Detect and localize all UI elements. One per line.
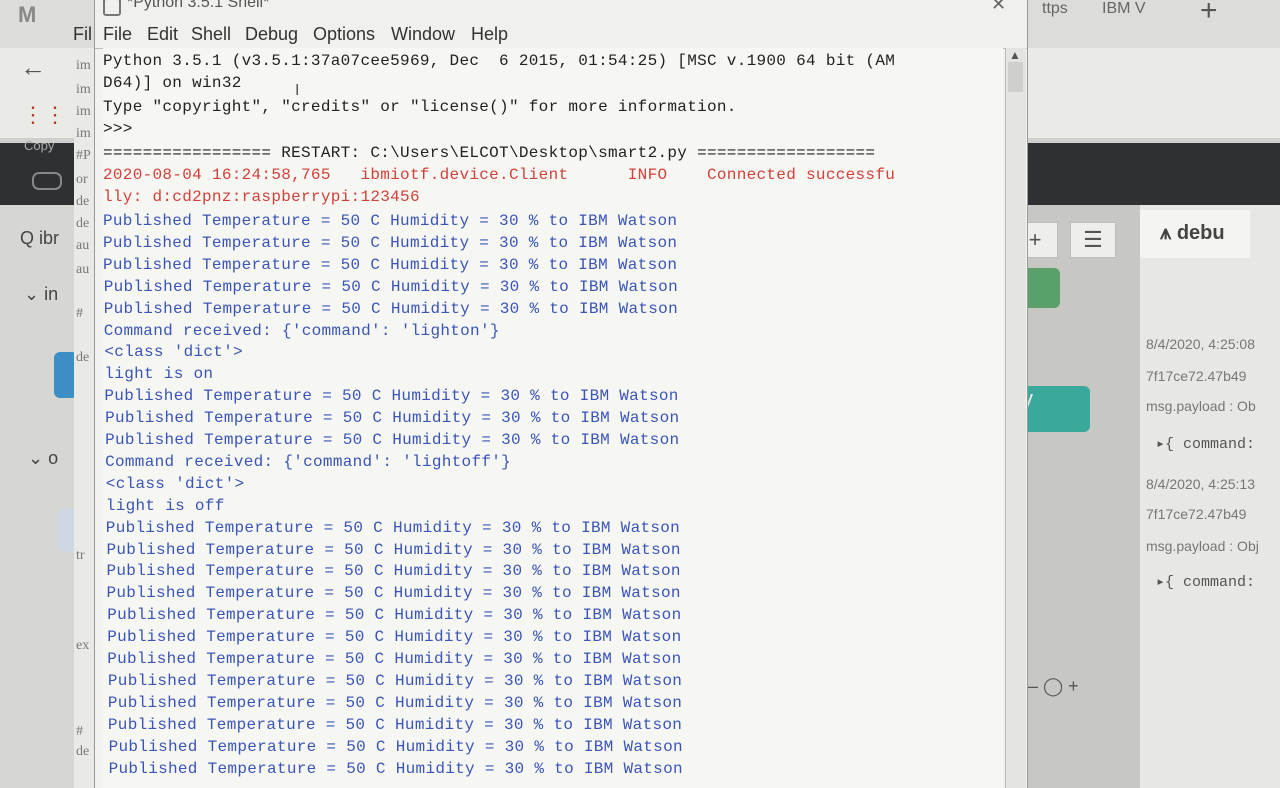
menu-bar: File Edit Shell Debug Options Window Hel…: [95, 22, 1027, 49]
published-line: Published Temperature = 50 C Humidity = …: [107, 606, 682, 625]
debug-msg-time: 8/4/2020, 4:25:08: [1146, 336, 1255, 352]
debug-msg-time: 8/4/2020, 4:25:13: [1146, 476, 1255, 492]
close-icon[interactable]: ✕: [991, 0, 1006, 15]
editor-strip-fragment: im: [76, 126, 91, 141]
palette-category-output[interactable]: ⌄ o: [28, 448, 58, 469]
editor-strip-fragment: #P: [76, 148, 91, 163]
debug-msg-payload[interactable]: ▸{ command:: [1156, 572, 1255, 591]
published-line: Published Temperature = 50 C Humidity = …: [107, 628, 682, 647]
flow-node-teal[interactable]: y: [1018, 386, 1090, 432]
debug-tab-title: ⩚ debu: [1160, 222, 1225, 244]
background-editor-strip: im im im im #P or de de au au # de tr ex # de: [74, 48, 96, 788]
menu-edit[interactable]: Edit: [147, 24, 178, 45]
debug-msg-payload[interactable]: ▸{ command:: [1156, 434, 1255, 453]
scrollbar-thumb[interactable]: [1008, 62, 1023, 92]
browser-tab[interactable]: ttps: [1030, 0, 1080, 22]
shell-restart-line: ================= RESTART: C:\Users\ELCO…: [103, 144, 876, 162]
shell-log-line: lly: d:cd2pnz:raspberrypi:123456: [103, 188, 420, 206]
editor-strip-fragment: or: [76, 172, 88, 187]
published-line: Published Temperature = 50 C Humidity = …: [103, 255, 678, 274]
browser-tab-ibm[interactable]: IBM V: [1090, 0, 1158, 22]
editor-strip-fragment: #: [76, 306, 83, 321]
published-line: Published Temperature = 50 C Humidity = …: [104, 387, 679, 406]
debug-msg-node[interactable]: 7f17ce72.47b49: [1146, 368, 1246, 384]
editor-strip-fragment: de: [76, 194, 90, 209]
list-flows-icon[interactable]: ☰: [1070, 222, 1116, 258]
published-line: Published Temperature = 50 C Humidity = …: [108, 759, 683, 778]
editor-strip-fragment: ex: [76, 638, 90, 653]
shell-prompt: >>>: [103, 120, 143, 138]
editor-strip-fragment: de: [76, 350, 90, 365]
python-app-icon: [103, 0, 121, 16]
palette-search-input[interactable]: Q ibr: [20, 228, 59, 249]
published-line: Published Temperature = 50 C Humidity = …: [106, 540, 681, 559]
menu-shell[interactable]: Shell: [191, 24, 231, 45]
command-received-line: Command received: {'command': 'lightoff'…: [105, 452, 512, 471]
published-line: Published Temperature = 50 C Humidity = …: [107, 693, 683, 712]
debug-msg-node[interactable]: 7f17ce72.47b49: [1146, 506, 1246, 522]
editor-strip-fragment: de: [76, 216, 90, 231]
new-tab-icon[interactable]: +: [1200, 0, 1218, 28]
published-line: Published Temperature = 50 C Humidity = …: [107, 715, 683, 734]
light-status-line: light is on: [104, 365, 214, 384]
published-line: Published Temperature = 50 C Humidity = …: [103, 299, 678, 318]
editor-strip-fragment: #: [76, 724, 83, 739]
toggle-icon[interactable]: [32, 172, 62, 190]
menu-debug[interactable]: Debug: [245, 24, 298, 45]
shell-header-line: D64)] on win32: [103, 74, 242, 92]
menu-help[interactable]: Help: [471, 24, 508, 45]
editor-strip-fragment: au: [76, 262, 90, 277]
command-received-line: Command received: {'command': 'lighton'}: [103, 321, 500, 340]
published-line: Published Temperature = 50 C Humidity = …: [105, 409, 680, 428]
published-line: Published Temperature = 50 C Humidity = …: [105, 518, 681, 537]
shell-header-line: Python 3.5.1 (v3.5.1:37a07cee5969, Dec 6…: [103, 52, 896, 70]
published-line: Published Temperature = 50 C Humidity = …: [106, 562, 681, 581]
published-line: Published Temperature = 50 C Humidity = …: [105, 431, 680, 449]
debug-msg-path: msg.payload : Ob: [1146, 398, 1256, 414]
title-bar[interactable]: *Python 3.5.1 Shell* ✕: [95, 0, 1027, 22]
editor-strip-fragment: im: [76, 104, 91, 119]
menu-file[interactable]: File: [103, 24, 132, 45]
shell-log-line: 2020-08-04 16:24:58,765 ibmiotf.device.C…: [103, 166, 896, 184]
editor-strip-fragment: im: [76, 58, 91, 73]
menu-window[interactable]: Window: [391, 24, 455, 45]
menu-options[interactable]: Options: [313, 24, 375, 45]
vertical-scrollbar[interactable]: ▲: [1005, 48, 1026, 788]
python-shell-window: *Python 3.5.1 Shell* ✕ File Edit Shell D…: [73, 0, 1028, 788]
editor-strip-fragment: im: [76, 82, 91, 97]
published-line: Published Temperature = 50 C Humidity = …: [103, 233, 678, 252]
debug-msg-path: msg.payload : Obj: [1146, 538, 1259, 554]
editor-strip-fragment: au: [76, 238, 90, 253]
mouse-cursor: I: [295, 82, 300, 99]
published-line: Published Temperature = 50 C Humidity = …: [103, 212, 678, 230]
shell-output-area[interactable]: Python 3.5.1 (v3.5.1:37a07cee5969, Dec 6…: [103, 48, 1003, 788]
published-line: Published Temperature = 50 C Humidity = …: [106, 584, 681, 603]
published-line: Published Temperature = 50 C Humidity = …: [103, 277, 678, 296]
palette-category-input[interactable]: ⌄ in: [24, 284, 58, 305]
published-line: Published Temperature = 50 C Humidity = …: [107, 671, 683, 690]
window-title: *Python 3.5.1 Shell*: [127, 0, 270, 11]
back-arrow-icon[interactable]: ←: [20, 52, 46, 83]
class-dict-line: <class 'dict'>: [105, 474, 245, 493]
background-menu-file: Fil: [73, 24, 92, 44]
zoom-controls[interactable]: — ◯ +: [1020, 676, 1079, 697]
debug-sidebar: [1140, 205, 1280, 788]
editor-strip-fragment: tr: [76, 548, 85, 563]
shell-header-line: Type "copyright", "credits" or "license(…: [103, 98, 737, 116]
header-text: Copy: [24, 138, 55, 153]
gmail-icon[interactable]: M: [18, 2, 36, 28]
class-dict-line: <class 'dict'>: [104, 343, 244, 362]
light-status-line: light is off: [105, 496, 225, 515]
editor-strip-fragment: de: [76, 744, 90, 759]
published-line: Published Temperature = 50 C Humidity = …: [108, 737, 683, 756]
scroll-up-arrow-icon[interactable]: ▲: [1009, 48, 1021, 62]
published-line: Published Temperature = 50 C Humidity = …: [107, 650, 682, 668]
